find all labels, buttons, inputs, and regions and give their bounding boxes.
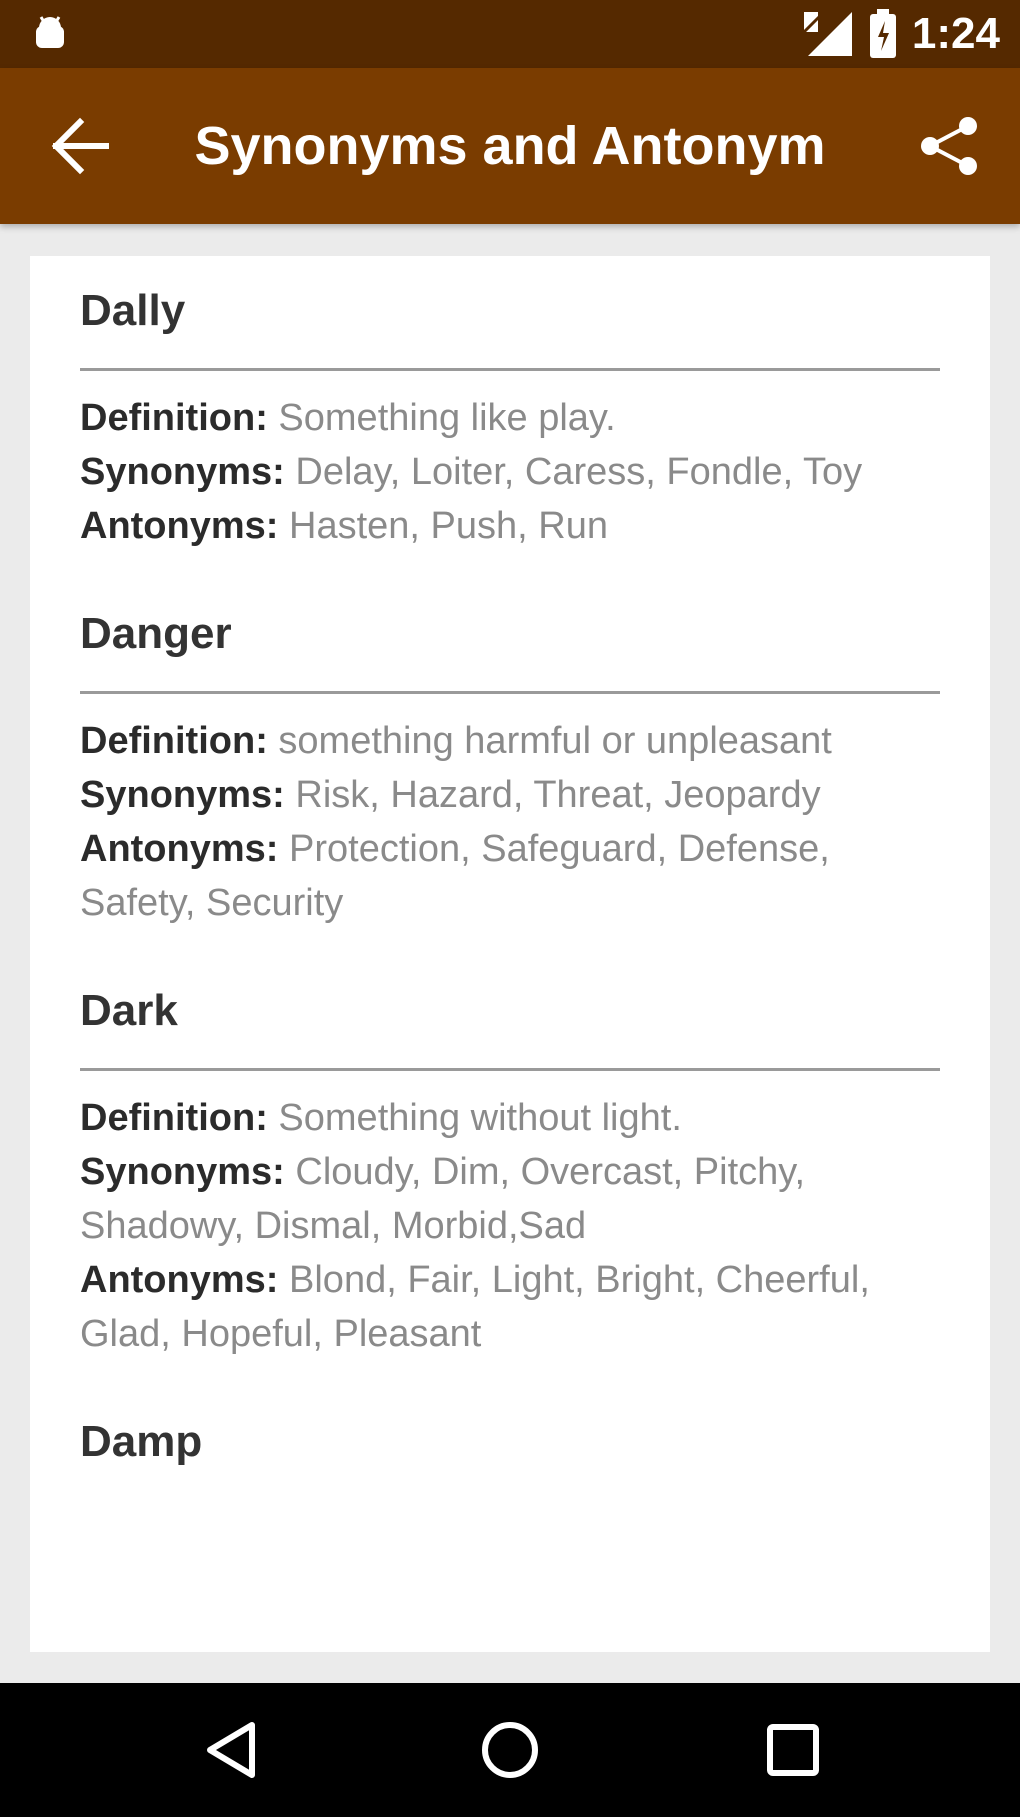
antonyms-line: Antonyms: Hasten, Push, Run [80, 499, 940, 553]
android-icon [36, 16, 64, 48]
definition-line: Definition: Something like play. [80, 391, 940, 445]
app-bar: Synonyms and Antonym [0, 68, 1020, 224]
home-circle-icon[interactable] [475, 1715, 545, 1785]
back-arrow-icon[interactable] [48, 114, 112, 178]
antonyms-label: Antonyms: [80, 828, 279, 870]
status-bar: 1:24 [0, 0, 1020, 68]
definition-label: Definition: [80, 720, 268, 762]
word-entry: Damp [30, 1387, 990, 1499]
page-title: Synonyms and Antonym [194, 116, 826, 176]
battery-icon [869, 9, 896, 58]
synonyms-line: Synonyms: Delay, Loiter, Caress, Fondle,… [80, 445, 940, 499]
recents-square-icon[interactable] [758, 1715, 828, 1785]
share-icon[interactable] [916, 112, 984, 180]
definition-text: Something like play. [278, 397, 616, 439]
synonyms-line: Synonyms: Cloudy, Dim, Overcast, Pitchy,… [80, 1145, 940, 1253]
divider [80, 1068, 940, 1071]
definition-label: Definition: [80, 1097, 268, 1139]
word-list-card[interactable]: Dally Definition: Something like play. S… [30, 256, 990, 1652]
status-time: 1:24 [911, 9, 1000, 58]
divider [80, 691, 940, 694]
antonyms-label: Antonyms: [80, 1259, 279, 1301]
entry-word: Danger [80, 609, 232, 658]
definition-text: something harmful or unpleasant [278, 720, 832, 762]
synonyms-text: Risk, Hazard, Threat, Jeopardy [295, 774, 821, 816]
synonyms-text: Delay, Loiter, Caress, Fondle, Toy [295, 451, 863, 493]
synonyms-line: Synonyms: Risk, Hazard, Threat, Jeopardy [80, 768, 940, 822]
entry-word: Dark [80, 986, 178, 1035]
back-triangle-icon[interactable] [196, 1715, 266, 1785]
definition-line: Definition: Something without light. [80, 1091, 940, 1145]
synonyms-label: Synonyms: [80, 1151, 285, 1193]
divider [80, 368, 940, 371]
system-nav-bar [0, 1683, 1020, 1817]
definition-text: Something without light. [278, 1097, 682, 1139]
synonyms-label: Synonyms: [80, 774, 285, 816]
definition-line: Definition: something harmful or unpleas… [80, 714, 940, 768]
entry-word: Dally [80, 286, 186, 335]
signal-icon [802, 12, 852, 56]
entry-word: Damp [80, 1417, 203, 1466]
antonyms-text: Hasten, Push, Run [289, 505, 608, 547]
word-entry: Dark Definition: Something without light… [30, 956, 990, 1387]
antonyms-label: Antonyms: [80, 505, 279, 547]
definition-label: Definition: [80, 397, 268, 439]
word-entry: Dally Definition: Something like play. S… [30, 256, 990, 579]
word-entry: Danger Definition: something harmful or … [30, 579, 990, 956]
synonyms-label: Synonyms: [80, 451, 285, 493]
antonyms-line: Antonyms: Blond, Fair, Light, Bright, Ch… [80, 1253, 940, 1361]
antonyms-line: Antonyms: Protection, Safeguard, Defense… [80, 822, 940, 930]
